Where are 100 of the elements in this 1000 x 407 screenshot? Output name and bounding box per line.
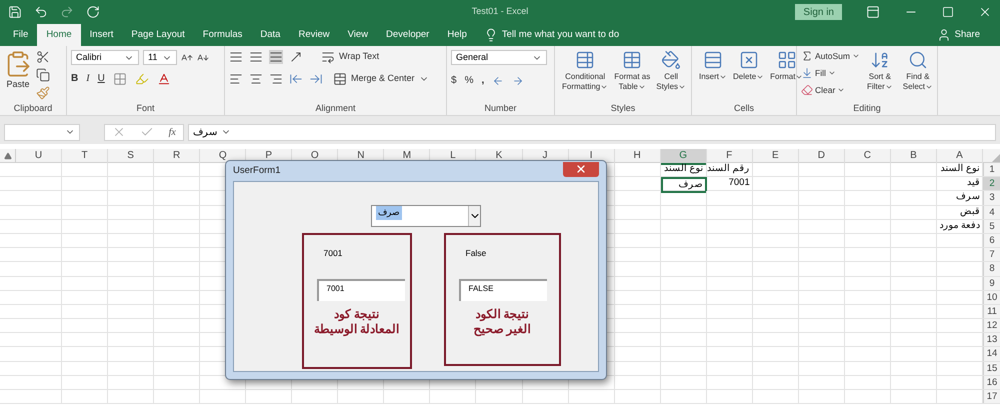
top-align-icon[interactable] <box>229 50 243 64</box>
align-left-icon[interactable] <box>229 72 243 86</box>
clear-button[interactable]: Clear <box>801 84 860 96</box>
row-header[interactable]: 11 <box>983 304 1000 318</box>
ribbon-tab[interactable]: File <box>4 24 38 46</box>
underline-button[interactable]: U <box>98 71 105 86</box>
table-cell[interactable]: 7001 <box>706 177 753 194</box>
caret-icon[interactable] <box>600 83 608 91</box>
sigma-icon[interactable] <box>801 50 813 62</box>
ribbon-tab[interactable]: Insert <box>80 24 122 46</box>
ribbon-tab[interactable]: Help <box>438 24 476 46</box>
decrease-decimal-icon[interactable] <box>512 74 524 86</box>
row-header[interactable]: 17 <box>983 390 1000 404</box>
search-icon[interactable] <box>908 50 928 70</box>
close-icon[interactable] <box>978 5 992 19</box>
close-icon[interactable] <box>575 163 587 175</box>
ribbon-tab[interactable]: Page Layout <box>122 24 194 46</box>
number-format-field[interactable]: General <box>451 50 547 65</box>
column-header[interactable]: U <box>16 149 62 165</box>
table-cell[interactable]: رقم السند <box>706 163 753 176</box>
row-header[interactable]: 7 <box>983 248 1000 262</box>
increase-decimal-icon[interactable] <box>492 74 504 86</box>
eraser-icon[interactable] <box>801 84 813 96</box>
refresh-icon[interactable] <box>86 5 100 19</box>
table-icon[interactable] <box>622 50 642 70</box>
row-header[interactable]: 3 <box>983 191 1000 205</box>
caret-icon[interactable] <box>795 73 804 81</box>
wrap-text-icon[interactable] <box>321 50 335 64</box>
caret-icon[interactable] <box>924 83 933 91</box>
row-header[interactable]: 10 <box>983 290 1000 304</box>
font-size-field[interactable]: 11 <box>143 50 177 65</box>
table-cell[interactable]: صرف <box>660 177 707 194</box>
merge-cells-icon[interactable] <box>333 72 347 86</box>
column-header[interactable]: R <box>154 149 200 165</box>
column-header[interactable]: D <box>798 149 845 165</box>
text-field[interactable]: FALSE <box>458 278 546 301</box>
caret-icon[interactable] <box>638 83 646 91</box>
sort-icon[interactable] <box>870 50 890 70</box>
insert-function-button[interactable]: fx <box>168 124 176 140</box>
row-header[interactable]: 9 <box>983 276 1000 290</box>
column-header[interactable]: C <box>844 149 891 165</box>
format-cells-icon[interactable] <box>776 50 797 70</box>
autosum-button[interactable]: AutoSum <box>801 50 860 63</box>
dropdown[interactable]: صرف <box>371 205 481 227</box>
increase-indent-icon[interactable] <box>309 72 323 86</box>
column-header[interactable]: G <box>660 149 707 165</box>
bottom-align-icon[interactable] <box>269 50 283 64</box>
column-header[interactable]: B <box>890 149 937 165</box>
comma-button[interactable]: , <box>481 73 484 88</box>
borders-icon[interactable] <box>112 72 127 86</box>
conditional-format-icon[interactable] <box>575 50 596 70</box>
shrink-font-icon[interactable] <box>197 52 209 64</box>
grow-font-icon[interactable] <box>181 52 193 64</box>
row-header[interactable]: 1 <box>983 163 1000 176</box>
ribbon-button[interactable]: Delete <box>730 50 768 82</box>
column-header[interactable]: E <box>752 149 799 165</box>
row-header[interactable]: 15 <box>983 362 1000 375</box>
row-header[interactable]: 8 <box>983 262 1000 276</box>
italic-button[interactable]: I <box>86 71 90 86</box>
sign-in-button[interactable]: Sign in <box>795 4 842 20</box>
delete-cells-icon[interactable] <box>738 50 759 70</box>
redo-icon[interactable] <box>60 5 74 19</box>
ribbon-button[interactable]: Format as Table <box>611 50 654 92</box>
row-header[interactable]: 2 <box>983 177 1000 190</box>
column-header[interactable]: T <box>62 149 108 165</box>
save-icon[interactable] <box>8 5 22 19</box>
ribbon-tab[interactable]: View <box>338 24 378 46</box>
ribbon-button[interactable]: Cell Styles <box>653 50 690 92</box>
cut-icon[interactable] <box>36 50 50 64</box>
ribbon-tab[interactable]: Home <box>37 24 81 46</box>
person-icon[interactable] <box>936 28 951 42</box>
close-button[interactable] <box>563 162 599 176</box>
copy-icon[interactable] <box>36 68 50 82</box>
caret-icon[interactable] <box>719 73 728 81</box>
ribbon-tab[interactable]: Formulas <box>194 24 252 46</box>
row-header[interactable]: 6 <box>983 234 1000 248</box>
ribbon-button[interactable]: Insert <box>696 50 730 82</box>
row-header[interactable]: 16 <box>983 376 1000 389</box>
sort-filter-button[interactable]: Sort & Filter <box>864 50 896 96</box>
ribbon-tab[interactable]: Developer <box>377 24 438 46</box>
column-header[interactable]: A <box>936 149 983 165</box>
row-header[interactable]: 4 <box>983 206 1000 219</box>
wrap-text-button[interactable]: Wrap Text <box>321 50 380 64</box>
middle-align-icon[interactable] <box>249 50 263 64</box>
font-color-icon[interactable] <box>156 72 171 86</box>
fill-down-icon[interactable] <box>801 67 813 80</box>
align-center-icon[interactable] <box>249 72 263 86</box>
ribbon-display-icon[interactable] <box>866 5 880 19</box>
align-right-icon[interactable] <box>269 72 283 86</box>
orientation-icon[interactable] <box>289 50 303 64</box>
insert-cells-icon[interactable] <box>703 50 723 70</box>
caret-icon[interactable] <box>756 73 764 81</box>
paste-button[interactable]: Paste <box>4 50 32 92</box>
merge-center-button[interactable]: Merge & Center <box>333 72 429 86</box>
ribbon-button[interactable]: Conditional Formatting <box>559 50 612 92</box>
caret-icon[interactable] <box>678 83 686 91</box>
find-select-button[interactable]: Find & Select <box>900 50 936 96</box>
ribbon-tab[interactable]: Review <box>289 24 339 46</box>
paint-bucket-icon[interactable] <box>661 50 682 70</box>
row-header[interactable]: 5 <box>983 220 1000 233</box>
